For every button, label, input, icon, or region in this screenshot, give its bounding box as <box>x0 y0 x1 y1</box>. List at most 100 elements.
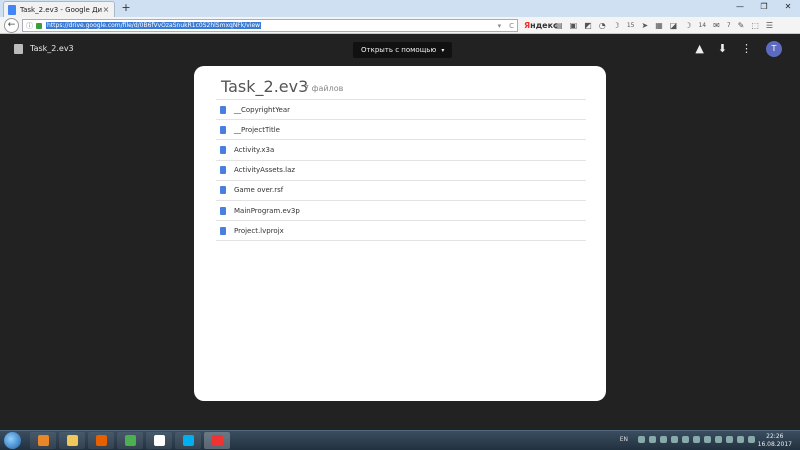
grid-icon[interactable]: ▦ <box>655 19 663 32</box>
file-name: Project.lvprojx <box>234 226 284 235</box>
yandex-search-logo[interactable]: Яндекс <box>524 21 558 30</box>
add-to-drive-icon[interactable]: ▲ <box>695 41 703 57</box>
weather-icon[interactable]: ☽ <box>613 19 620 32</box>
back-button[interactable]: ← <box>4 18 19 33</box>
file-count: 7 файлов <box>304 84 344 93</box>
maximize-button[interactable]: ❐ <box>752 0 776 14</box>
taskbar-app[interactable] <box>59 432 85 449</box>
document-icon <box>220 166 226 175</box>
explorer-icon <box>66 435 78 446</box>
tray-icon[interactable] <box>715 436 722 443</box>
taskbar-app[interactable] <box>88 432 114 449</box>
archive-title: Task_2.ev3 <box>221 77 309 96</box>
chrome-icon <box>124 435 136 446</box>
yandex-logo-rest: ндекс <box>530 21 558 30</box>
tray-icon[interactable] <box>726 436 733 443</box>
file-name: __ProjectTitle <box>234 125 280 134</box>
download-icon[interactable]: ⬇ <box>718 41 727 57</box>
weather-count: 15 <box>626 22 635 29</box>
document-icon <box>220 145 226 154</box>
archive-file-icon <box>14 44 23 54</box>
viewer-file-name: Task_2.ev3 <box>30 44 74 53</box>
taskbar-app[interactable] <box>146 432 172 449</box>
taskbar-app[interactable] <box>117 432 143 449</box>
list-item[interactable]: __CopyrightYear <box>216 100 586 121</box>
start-button[interactable] <box>4 432 21 449</box>
bookmark-icon[interactable]: ✎ <box>738 19 745 32</box>
url-dropdown-icon[interactable]: ▾ <box>498 22 502 30</box>
browser-tab[interactable]: Task_2.ev3 - Google Диск × <box>3 1 115 17</box>
list-item[interactable]: Game over.rsf <box>216 181 586 201</box>
moon-icon[interactable]: ☽ <box>684 19 691 32</box>
list-item[interactable]: Activity.x3a <box>216 140 586 161</box>
list-item[interactable]: MainProgram.ev3p <box>216 201 586 222</box>
list-item[interactable]: Project.lvprojx <box>216 221 586 242</box>
avatar[interactable]: T <box>766 41 782 57</box>
taskbar-app[interactable] <box>175 432 201 449</box>
tray-icon[interactable] <box>748 436 755 443</box>
send-icon[interactable]: ➤ <box>641 19 648 32</box>
open-with-button[interactable]: Открыть с помощью ▾ <box>353 42 453 58</box>
file-name: MainProgram.ev3p <box>234 206 300 215</box>
close-window-button[interactable]: ✕ <box>776 0 800 14</box>
window-controls: — ❐ ✕ <box>728 0 800 14</box>
document-icon <box>220 206 226 215</box>
document-icon <box>220 105 226 114</box>
document-icon <box>220 226 226 235</box>
file-list: __CopyrightYear __ProjectTitle Activity.x3… <box>216 99 586 242</box>
file-name: Activity.x3a <box>234 145 275 154</box>
url-text[interactable]: https://drive.google.com/file/d/0B6fVvOz… <box>46 22 262 29</box>
browser-toolbar: ← ⓘ https://drive.google.com/file/d/0B6f… <box>0 17 800 34</box>
translate-icon[interactable]: ◪ <box>670 19 678 32</box>
skype-icon <box>182 435 194 446</box>
drive-favicon-icon <box>8 4 16 15</box>
open-with-label: Открыть с помощью <box>361 46 437 54</box>
file-name: Game over.rsf <box>234 186 284 195</box>
more-options-icon[interactable]: ⋮ <box>741 41 752 57</box>
taskbar: EN 22:26 16.08.2017 <box>0 430 800 450</box>
mail-icon[interactable]: ✉ <box>713 19 720 32</box>
document-icon <box>220 186 226 195</box>
moon-count: 14 <box>698 22 707 29</box>
minimize-button[interactable]: — <box>728 0 752 14</box>
address-bar[interactable]: ⓘ https://drive.google.com/file/d/0B6fVv… <box>22 19 518 32</box>
tab-title: Task_2.ev3 - Google Диск <box>20 5 102 14</box>
list-item[interactable]: __ProjectTitle <box>216 120 586 141</box>
tray-icon[interactable] <box>660 436 667 443</box>
language-indicator[interactable]: EN <box>620 436 628 443</box>
taskbar-app[interactable] <box>30 432 56 449</box>
file-name: ActivityAssets.laz <box>234 166 296 175</box>
lock-icon <box>36 22 42 29</box>
media-player-icon <box>37 435 49 446</box>
archive-card: Task_2.ev3 7 файлов __CopyrightYear __Pro… <box>194 66 606 401</box>
browser-tab-strip: Task_2.ev3 - Google Диск × + — ❐ ✕ <box>0 0 800 17</box>
firefox-icon <box>95 435 107 446</box>
new-tab-button[interactable]: + <box>120 2 132 14</box>
tray-icon[interactable] <box>649 436 656 443</box>
briefcase-icon[interactable]: ▣ <box>570 19 578 32</box>
tray-icon[interactable] <box>737 436 744 443</box>
yandex-icon <box>211 435 223 446</box>
tray-icon[interactable] <box>682 436 689 443</box>
reload-icon[interactable]: C <box>509 22 514 30</box>
taskbar-app[interactable] <box>204 432 230 449</box>
menu-icon[interactable]: ☰ <box>766 19 773 32</box>
tab-close-button[interactable]: × <box>102 5 110 14</box>
info-icon[interactable]: ⓘ <box>26 21 33 31</box>
mail-count: 7 <box>726 22 731 29</box>
tray-icon[interactable] <box>693 436 700 443</box>
file-name: __CopyrightYear <box>234 105 291 114</box>
clock-time: 22:26 <box>766 433 784 440</box>
toolbar-icons: ▤ ▣ ◩ ◔ ☽ 15 ➤ ▦ ◪ ☽ 14 ✉ 7 ✎ ⬚ ☰ <box>555 19 773 32</box>
extension-icon[interactable]: ⬚ <box>751 19 759 32</box>
pocket-icon[interactable]: ◩ <box>584 19 592 32</box>
clipboard-icon[interactable]: ▤ <box>555 19 563 32</box>
system-tray: EN <box>620 436 755 443</box>
document-icon <box>220 125 226 134</box>
time-icon[interactable]: ◔ <box>599 19 606 32</box>
tray-icon[interactable] <box>638 436 645 443</box>
tray-icon[interactable] <box>671 436 678 443</box>
clock[interactable]: 22:26 16.08.2017 <box>758 433 792 449</box>
tray-icon[interactable] <box>704 436 711 443</box>
list-item[interactable]: ActivityAssets.laz <box>216 161 586 181</box>
